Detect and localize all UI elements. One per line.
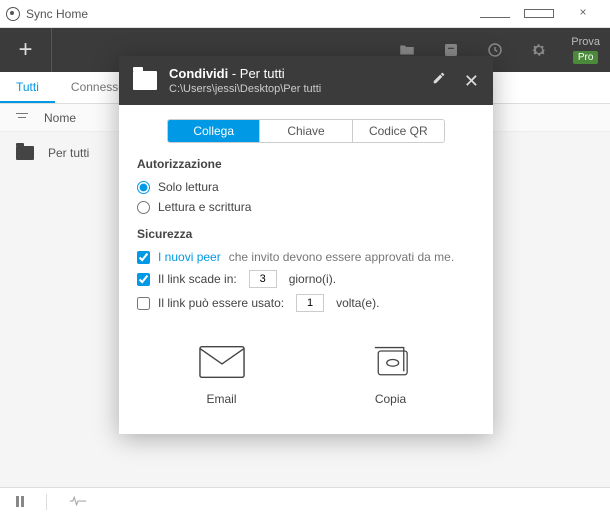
tab-link[interactable]: Collega (168, 120, 259, 142)
authorization-title: Autorizzazione (137, 157, 475, 171)
uses-checkbox[interactable] (137, 297, 150, 310)
modal-close-button[interactable]: ✕ (464, 74, 479, 88)
email-action[interactable]: Email (199, 345, 245, 406)
modal-header: Condividi - Per tutti C:\Users\jessi\Des… (119, 56, 493, 105)
copy-icon (368, 345, 414, 382)
expire-checkbox[interactable] (137, 273, 150, 286)
edit-button[interactable] (432, 71, 446, 90)
modal-title: Condividi - Per tutti (169, 66, 420, 81)
pencil-icon (432, 71, 446, 85)
share-mode-tabs: Collega Chiave Codice QR (167, 119, 445, 143)
approve-peers-checkbox[interactable] (137, 251, 150, 264)
tab-qr[interactable]: Codice QR (352, 120, 444, 142)
copy-action[interactable]: Copia (368, 345, 414, 406)
expire-option[interactable]: Il link scade in: giorno(i). (137, 267, 475, 291)
readonly-radio[interactable] (137, 181, 150, 194)
uses-option[interactable]: Il link può essere usato: volta(e). (137, 291, 475, 315)
tab-key[interactable]: Chiave (259, 120, 351, 142)
mail-icon (199, 345, 245, 382)
modal-path: C:\Users\jessi\Desktop\Per tutti (169, 83, 420, 95)
expire-days-input[interactable] (249, 270, 277, 288)
folder-icon (133, 71, 157, 90)
share-modal: Condividi - Per tutti C:\Users\jessi\Des… (119, 56, 493, 434)
readonly-option[interactable]: Solo lettura (137, 177, 475, 197)
readwrite-radio[interactable] (137, 201, 150, 214)
approve-peers-option[interactable]: I nuovi peer che invito devono essere ap… (137, 247, 475, 267)
security-title: Sicurezza (137, 227, 475, 241)
modal-overlay: Condividi - Per tutti C:\Users\jessi\Des… (0, 0, 610, 515)
readwrite-option[interactable]: Lettura e scrittura (137, 197, 475, 217)
uses-count-input[interactable] (296, 294, 324, 312)
